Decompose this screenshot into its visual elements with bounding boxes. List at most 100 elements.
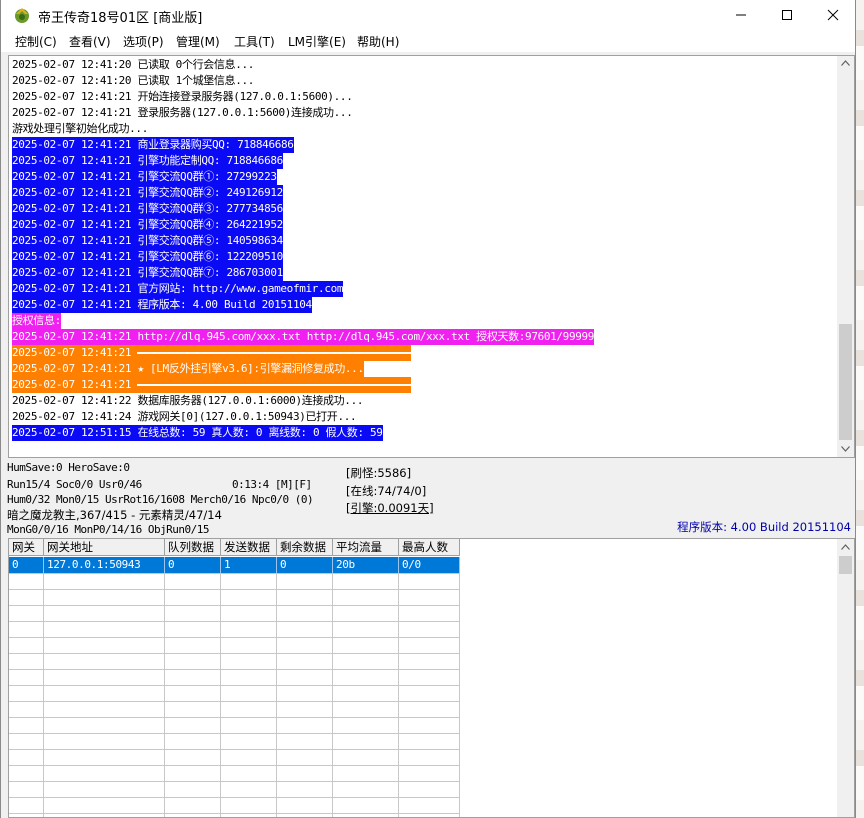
window-title: 帝王传奇18号01区 [商业版] bbox=[38, 11, 203, 26]
log-line: 2025-02-07 12:41:21 引擎功能定制QQ: 718846686 bbox=[12, 153, 283, 169]
menu-tools[interactable]: 工具(T) bbox=[234, 33, 275, 50]
log-line: 2025-02-07 12:41:22 数据库服务器(127.0.0.1:600… bbox=[12, 393, 363, 409]
log-line: 2025-02-07 12:41:20 已读取 1个城堡信息... bbox=[12, 73, 254, 89]
col-gateway-address[interactable]: 网关地址 bbox=[44, 539, 165, 556]
log-panel[interactable]: 2025-02-07 12:41:20 已读取 0个行会信息... 2025-02… bbox=[8, 55, 855, 458]
status-online: [在线:74/74/0] bbox=[346, 484, 427, 498]
close-button[interactable] bbox=[810, 0, 856, 30]
gateway-grid[interactable]: 网关 网关地址 队列数据 发送数据 剩余数据 平均流量 最高人数 0 127.0… bbox=[8, 538, 855, 818]
col-queue-data[interactable]: 队列数据 bbox=[165, 539, 221, 556]
cell-queue-data[interactable]: 0 bbox=[165, 557, 221, 573]
log-line-text: 2025-02-07 12:41:21 bbox=[12, 346, 138, 359]
log-line-text: 2025-02-07 12:41:21 bbox=[12, 378, 138, 391]
menu-control[interactable]: 控制(C) bbox=[15, 33, 57, 50]
log-line-text: 2025-02-07 12:41:22 数据库服务器(127.0.0.1:600… bbox=[12, 394, 364, 407]
separator-line bbox=[137, 384, 412, 386]
scroll-up-icon[interactable] bbox=[841, 60, 850, 66]
log-line: 2025-02-07 12:41:21 商业登录器购买QQ: 718846686 bbox=[12, 137, 294, 153]
status-refresh: [刷怪:5586] bbox=[346, 466, 412, 480]
title-bar[interactable]: 帝王传奇18号01区 [商业版] bbox=[1, 0, 855, 30]
log-line: 2025-02-07 12:51:15 在线总数: 59 真人数: 0 离线数:… bbox=[12, 425, 383, 441]
log-line: 2025-02-07 12:41:21 http://dlq.945.com/x… bbox=[12, 329, 594, 345]
log-line-text: 2025-02-07 12:41:21 引擎功能定制QQ: 718846686 bbox=[12, 154, 283, 167]
log-line-text: 2025-02-07 12:41:21 官方网站: http://www.gam… bbox=[12, 282, 344, 295]
col-avg-traffic[interactable]: 平均流量 bbox=[333, 539, 399, 556]
log-line-text: 2025-02-07 12:41:24 游戏网关[0](127.0.0.1:50… bbox=[12, 410, 357, 423]
log-line-text: 授权信息: bbox=[12, 314, 61, 327]
log-line: 2025-02-07 12:41:24 游戏网关[0](127.0.0.1:50… bbox=[12, 409, 357, 425]
log-line: 2025-02-07 12:41:21 引擎交流QQ群⑦: 286703001 bbox=[12, 265, 283, 281]
log-line-text: 2025-02-07 12:41:21 引擎交流QQ群②: 249126912 bbox=[12, 186, 283, 199]
log-line: 2025-02-07 12:41:21 官方网站: http://www.gam… bbox=[12, 281, 343, 297]
status-time: 0:13:4 [M][F] bbox=[232, 478, 312, 491]
log-line: 授权信息: bbox=[12, 313, 61, 329]
col-send-data[interactable]: 发送数据 bbox=[221, 539, 277, 556]
log-line-text: 2025-02-07 12:41:20 已读取 0个行会信息... bbox=[12, 58, 255, 71]
status-hum: Hum0/32 Mon0/15 UsrRot16/1608 Merch0/16 … bbox=[7, 493, 314, 506]
close-icon bbox=[827, 9, 839, 21]
log-line-text: 2025-02-07 12:41:21 开始连接登录服务器(127.0.0.1:… bbox=[12, 90, 353, 103]
status-engine[interactable]: [引擎:0.0091天] bbox=[346, 500, 434, 516]
log-line-text: 2025-02-07 12:41:21 http://dlq.945.com/x… bbox=[12, 330, 595, 343]
log-line-text: 2025-02-07 12:41:21 引擎交流QQ群⑦: 286703001 bbox=[12, 266, 283, 279]
log-line: 2025-02-07 12:41:21 引擎交流QQ群⑤: 140598634 bbox=[12, 233, 283, 249]
scroll-down-icon[interactable] bbox=[841, 446, 850, 452]
status-mongo: MonG0/0/16 MonP0/14/16 ObjRun0/15 bbox=[7, 523, 210, 536]
log-line-text: 2025-02-07 12:41:21 引擎交流QQ群④: 264221952 bbox=[12, 218, 283, 231]
minimize-button[interactable] bbox=[718, 0, 764, 30]
app-icon bbox=[15, 8, 29, 23]
minimize-icon bbox=[736, 14, 746, 16]
log-line-text: 2025-02-07 12:41:21 引擎交流QQ群①: 27299223 bbox=[12, 170, 277, 183]
status-boss: 暗之魔龙教主,367/415 - 元素精灵/47/14 bbox=[7, 508, 222, 522]
log-line-text: 2025-02-07 12:51:15 在线总数: 59 真人数: 0 离线数:… bbox=[12, 426, 383, 439]
log-line: 2025-02-07 12:41:21 开始连接登录服务器(127.0.0.1:… bbox=[12, 89, 353, 105]
log-line: 2025-02-07 12:41:21 登录服务器(127.0.0.1:5600… bbox=[12, 105, 353, 121]
grid-empty-area bbox=[9, 573, 460, 817]
grid-header-row: 网关 网关地址 队列数据 发送数据 剩余数据 平均流量 最高人数 bbox=[9, 539, 460, 556]
grid-scroll-thumb[interactable] bbox=[839, 556, 852, 574]
log-line-text: 2025-02-07 12:41:21 引擎交流QQ群③: 277734856 bbox=[12, 202, 283, 215]
grid-scrollbar[interactable] bbox=[837, 539, 854, 817]
separator-line bbox=[137, 352, 412, 354]
col-remaining-data[interactable]: 剩余数据 bbox=[277, 539, 333, 556]
log-scrollbar[interactable] bbox=[837, 56, 854, 457]
menu-options[interactable]: 选项(P) bbox=[123, 33, 164, 50]
menu-manage[interactable]: 管理(M) bbox=[176, 33, 220, 50]
menu-bar: 控制(C) 查看(V) 选项(P) 管理(M) 工具(T) LM引擎(E) 帮助… bbox=[1, 30, 855, 52]
log-scroll-thumb[interactable] bbox=[839, 324, 852, 440]
menu-lm-engine[interactable]: LM引擎(E) bbox=[288, 33, 346, 50]
menu-view[interactable]: 查看(V) bbox=[69, 33, 111, 50]
program-version: 程序版本: 4.00 Build 20151104 bbox=[677, 520, 851, 534]
status-panel: HumSave:0 HeroSave:0 Run15/4 Soc0/0 Usr0… bbox=[1, 458, 855, 538]
log-line: 2025-02-07 12:41:21 引擎交流QQ群④: 264221952 bbox=[12, 217, 283, 233]
log-line-text: 2025-02-07 12:41:20 已读取 1个城堡信息... bbox=[12, 74, 255, 87]
cell-avg-traffic[interactable]: 20b bbox=[333, 557, 399, 573]
log-line: 2025-02-07 12:41:21 ★ [LM反外挂引擎v3.6]:引擎漏洞… bbox=[12, 361, 364, 377]
grid-scroll-up-icon[interactable] bbox=[841, 544, 850, 550]
server-window: 帝王传奇18号01区 [商业版] 控制(C) 查看(V) 选项(P) 管理(M)… bbox=[0, 0, 856, 818]
cell-gateway-address[interactable]: 127.0.0.1:50943 bbox=[44, 557, 165, 573]
log-line: 2025-02-07 12:41:21 引擎交流QQ群⑥: 122209510 bbox=[12, 249, 283, 265]
maximize-icon bbox=[782, 10, 792, 20]
menu-help[interactable]: 帮助(H) bbox=[357, 33, 399, 50]
maximize-button[interactable] bbox=[764, 0, 810, 30]
log-lines: 2025-02-07 12:41:20 已读取 0个行会信息... 2025-02… bbox=[12, 57, 594, 441]
log-line: 2025-02-07 12:41:21 引擎交流QQ群①: 27299223 bbox=[12, 169, 277, 185]
log-line: 2025-02-07 12:41:21 程序版本: 4.00 Build 201… bbox=[12, 297, 312, 313]
cell-remaining-data[interactable]: 0 bbox=[277, 557, 333, 573]
cell-gateway[interactable]: 0 bbox=[9, 557, 44, 573]
log-line: 2025-02-07 12:41:20 已读取 0个行会信息... bbox=[12, 57, 254, 73]
col-gateway[interactable]: 网关 bbox=[9, 539, 44, 556]
log-line: 游戏处理引擎初始化成功... bbox=[12, 121, 148, 137]
log-line: 2025-02-07 12:41:21 bbox=[12, 345, 412, 361]
table-row[interactable]: 0 127.0.0.1:50943 0 1 0 20b 0/0 bbox=[9, 557, 460, 573]
log-line-text: 2025-02-07 12:41:21 引擎交流QQ群⑤: 140598634 bbox=[12, 234, 283, 247]
status-run: Run15/4 Soc0/0 Usr0/46 bbox=[7, 478, 142, 491]
log-line-text: 2025-02-07 12:41:21 程序版本: 4.00 Build 201… bbox=[12, 298, 312, 311]
col-max-users[interactable]: 最高人数 bbox=[399, 539, 460, 556]
log-line-text: 游戏处理引擎初始化成功... bbox=[12, 122, 148, 135]
log-line: 2025-02-07 12:41:21 bbox=[12, 377, 412, 393]
log-line-text: 2025-02-07 12:41:21 商业登录器购买QQ: 718846686 bbox=[12, 138, 294, 151]
cell-send-data[interactable]: 1 bbox=[221, 557, 277, 573]
cell-max-users[interactable]: 0/0 bbox=[399, 557, 460, 573]
